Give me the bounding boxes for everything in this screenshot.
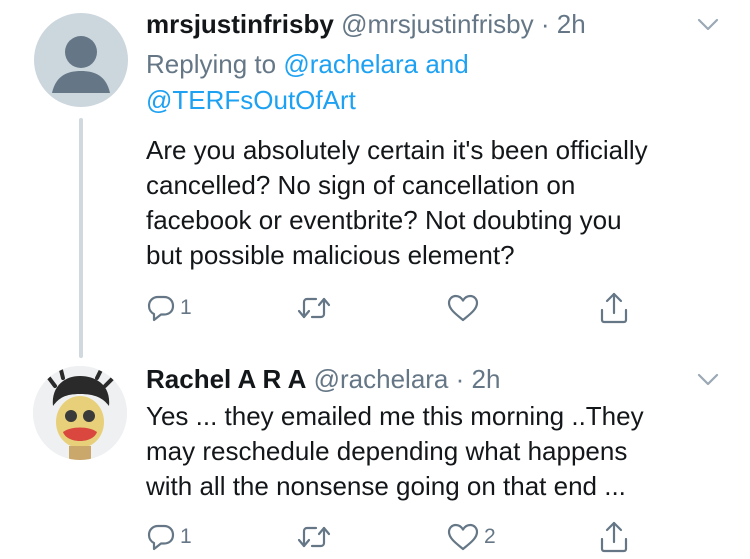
tweet-text-line: with all the nonsense going on that end …	[146, 471, 626, 501]
tweet-text-line: but possible malicious element?	[146, 240, 515, 270]
tweet-text: Yes ... they emailed me this morning ..T…	[146, 399, 736, 504]
tweet-text-line: may reschedule depending what happens	[146, 436, 628, 466]
retweet-button[interactable]	[296, 288, 336, 328]
share-button[interactable]	[598, 517, 630, 557]
tweet-header: Rachel A R A @rachelara · 2h	[146, 363, 500, 395]
chevron-down-icon[interactable]	[697, 18, 719, 32]
tweet-text-line: Are you absolutely certain it's been off…	[146, 135, 648, 165]
replying-to-label: Replying to	[146, 49, 277, 79]
timestamp[interactable]: 2h	[557, 9, 586, 39]
heart-icon	[447, 523, 479, 551]
reply-count: 1	[180, 525, 192, 548]
tweet-text-line: Yes ... they emailed me this morning ..T…	[146, 401, 644, 431]
tweet-actions: 1	[146, 288, 646, 328]
replying-to-second-line: @TERFsOutOfArt	[146, 83, 356, 117]
user-handle[interactable]: @rachelara	[314, 364, 449, 394]
like-button[interactable]	[446, 288, 484, 328]
share-button[interactable]	[598, 288, 630, 328]
display-name[interactable]: mrsjustinfrisby	[146, 9, 334, 39]
reply-icon	[147, 295, 175, 322]
mention-terfsoutofart[interactable]: @TERFsOutOfArt	[146, 85, 356, 115]
default-profile-icon	[52, 36, 110, 93]
thread-connector-line	[79, 118, 83, 358]
retweet-icon	[297, 526, 331, 548]
tweet-text-line: cancelled? No sign of cancellation on	[146, 170, 576, 200]
like-button[interactable]: 2	[446, 517, 496, 557]
tweet-2[interactable]: Rachel A R A @rachelara · 2h Yes ... the…	[0, 360, 750, 559]
tweet-header: mrsjustinfrisby @mrsjustinfrisby · 2h	[146, 8, 586, 40]
share-icon	[600, 521, 628, 553]
tweet-1[interactable]: mrsjustinfrisby @mrsjustinfrisby · 2h Re…	[0, 0, 750, 360]
avatar[interactable]	[34, 13, 128, 107]
retweet-icon	[297, 297, 331, 319]
tweet-actions: 1 2	[146, 517, 646, 557]
share-icon	[600, 292, 628, 324]
like-count: 2	[484, 525, 496, 548]
separator-dot: ·	[455, 364, 465, 394]
reply-icon	[147, 524, 175, 551]
profile-photo	[33, 366, 127, 460]
mention-rachelara[interactable]: @rachelara	[283, 49, 418, 79]
user-handle[interactable]: @mrsjustinfrisby	[341, 9, 534, 39]
display-name[interactable]: Rachel A R A	[146, 364, 306, 394]
tweet-text: Are you absolutely certain it's been off…	[146, 133, 736, 273]
replying-to: Replying to @rachelara and	[146, 47, 469, 81]
retweet-button[interactable]	[296, 517, 336, 557]
separator-dot: ·	[540, 9, 550, 39]
reply-count: 1	[180, 296, 192, 319]
mention-conjunction: and	[425, 49, 469, 79]
timestamp[interactable]: 2h	[472, 364, 501, 394]
heart-icon	[447, 294, 479, 322]
reply-button[interactable]: 1	[146, 288, 192, 328]
tweet-text-line: facebook or eventbrite? Not doubting you	[146, 205, 622, 235]
chevron-down-icon[interactable]	[697, 373, 719, 387]
avatar[interactable]	[33, 366, 127, 460]
reply-button[interactable]: 1	[146, 517, 192, 557]
